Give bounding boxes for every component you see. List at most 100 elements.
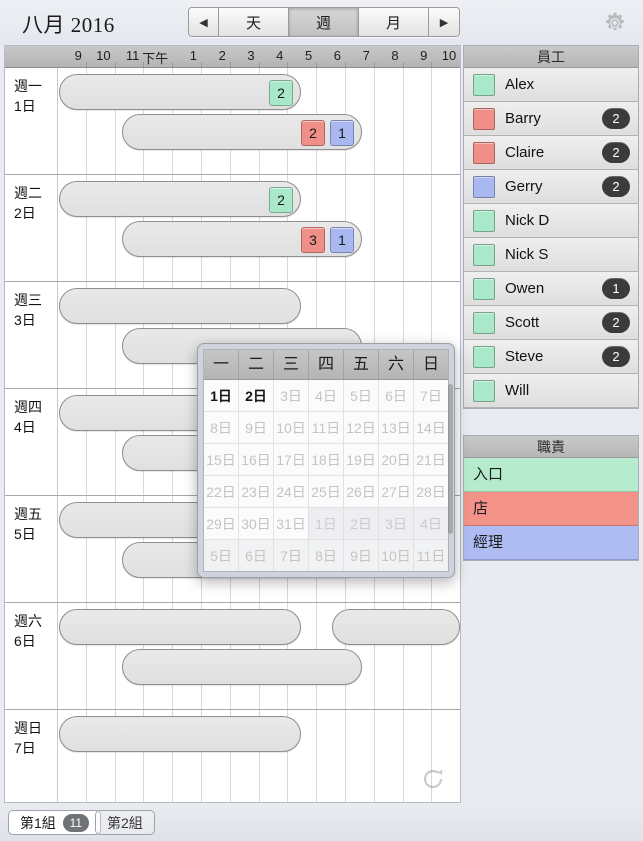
date-cell[interactable]: 9日 [344,540,379,571]
employee-row[interactable]: Owen 1 [464,272,638,306]
date-cell[interactable]: 20日 [379,444,414,475]
shift-bar[interactable] [59,288,301,324]
date-cell[interactable]: 8日 [204,412,239,443]
shift-bar[interactable] [59,716,301,752]
date-cell[interactable]: 31日 [274,508,309,539]
date-cell[interactable]: 11日 [414,540,448,571]
day-date: 3日 [14,312,36,328]
shift-role-badge[interactable]: 2 [269,80,293,106]
tab-group-1[interactable]: 第1組 11 [8,810,101,835]
date-cell[interactable]: 22日 [204,476,239,507]
date-cell[interactable]: 6日 [239,540,274,571]
employee-name: Barry [505,110,541,127]
date-cell[interactable]: 3日 [274,380,309,411]
next-period-button[interactable]: ▶ [429,8,459,36]
date-cell[interactable]: 10日 [379,540,414,571]
employee-name: Gerry [505,178,543,195]
date-cell[interactable]: 28日 [414,476,448,507]
tab-day-view[interactable]: 天 [219,8,289,36]
date-cell[interactable]: 10日 [274,412,309,443]
role-row[interactable]: 入口 [464,458,638,492]
refresh-icon[interactable] [422,768,444,790]
shift-bar[interactable] [122,649,362,685]
role-row[interactable]: 店 [464,492,638,526]
popover-scrollbar[interactable] [448,384,453,534]
date-cell[interactable]: 30日 [239,508,274,539]
date-cell[interactable]: 19日 [344,444,379,475]
date-cell[interactable]: 14日 [414,412,448,443]
date-cell[interactable]: 7日 [414,380,448,411]
shift-role-badge[interactable]: 1 [330,120,354,146]
day-label: 週一 1日 [14,76,56,116]
date-cell[interactable]: 16日 [239,444,274,475]
shift-bar[interactable]: 31 [122,221,362,257]
date-week-row: 5日 6日 7日 8日 9日 10日 11日 [204,540,448,571]
shift-bar[interactable] [332,609,460,645]
date-cell[interactable]: 11日 [309,412,344,443]
employee-row[interactable]: Will [464,374,638,408]
day-row[interactable]: 週日 7日 [5,710,460,802]
shift-role-badge[interactable]: 1 [330,227,354,253]
employee-row[interactable]: Claire 2 [464,136,638,170]
date-cell[interactable]: 5日 [204,540,239,571]
date-cell[interactable]: 2日 [239,380,274,411]
ruler-tick: 10 [96,48,111,63]
date-cell[interactable]: 18日 [309,444,344,475]
employee-row[interactable]: Steve 2 [464,340,638,374]
date-cell[interactable]: 7日 [274,540,309,571]
shift-role-badge[interactable]: 2 [301,120,325,146]
day-row[interactable]: 週一 1日 2 2 1 [5,68,460,175]
date-cell[interactable]: 25日 [309,476,344,507]
date-cell[interactable]: 9日 [239,412,274,443]
gear-icon[interactable] [603,11,627,35]
shift-bar[interactable] [59,609,301,645]
prev-period-button[interactable]: ◀ [189,8,219,36]
date-cell[interactable]: 6日 [379,380,414,411]
date-grid[interactable]: 1日 2日 3日 4日 5日 6日 7日 8日 9日 10日 11日 12日 13日 14日 15日 16日 1… [204,380,448,571]
employee-name: Will [505,382,530,399]
employee-color-swatch [473,141,495,164]
tab-month-view[interactable]: 月 [359,8,429,36]
weekday-header-cell: 日 [422,356,439,373]
role-list[interactable]: 入口店經理 [464,458,638,560]
employee-row[interactable]: Barry 2 [464,102,638,136]
date-cell[interactable]: 15日 [204,444,239,475]
date-cell[interactable]: 17日 [274,444,309,475]
shift-bar[interactable]: 2 [59,74,301,110]
date-cell[interactable]: 12日 [344,412,379,443]
view-mode-segmented-control[interactable]: ◀ 天 週 月 ▶ [188,7,460,37]
employee-row[interactable]: Scott 2 [464,306,638,340]
tab-group-2[interactable]: 第2組 [95,810,155,835]
date-cell[interactable]: 26日 [344,476,379,507]
employee-row[interactable]: Alex [464,68,638,102]
day-row[interactable]: 週二 2日 2 3 1 [5,175,460,282]
date-cell[interactable]: 24日 [274,476,309,507]
date-cell[interactable]: 1日 [204,380,239,411]
date-cell[interactable]: 21日 [414,444,448,475]
date-picker-popover[interactable]: 一二三四五六日 1日 2日 3日 4日 5日 6日 7日 8日 9日 10日 11日 12日 13日 14… [197,343,455,578]
employee-row[interactable]: Gerry 2 [464,170,638,204]
shift-bar[interactable]: 21 [122,114,362,150]
date-cell[interactable]: 3日 [379,508,414,539]
weekday-header-cell: 三 [274,350,309,379]
tab-week-view[interactable]: 週 [289,8,359,36]
date-cell[interactable]: 2日 [344,508,379,539]
date-cell[interactable]: 4日 [414,508,448,539]
date-cell[interactable]: 4日 [309,380,344,411]
shift-role-badge[interactable]: 2 [269,187,293,213]
day-label: 週五 5日 [14,504,56,544]
date-cell[interactable]: 8日 [309,540,344,571]
date-cell[interactable]: 13日 [379,412,414,443]
date-cell[interactable]: 5日 [344,380,379,411]
date-cell[interactable]: 23日 [239,476,274,507]
date-cell[interactable]: 27日 [379,476,414,507]
employee-list[interactable]: Alex Barry 2 Claire 2 Gerry 2 Nick D Nick S Owen 1… [464,68,638,408]
shift-role-badge[interactable]: 3 [301,227,325,253]
shift-bar[interactable]: 2 [59,181,301,217]
employee-row[interactable]: Nick D [464,204,638,238]
role-row[interactable]: 經理 [464,526,638,560]
date-cell[interactable]: 1日 [309,508,344,539]
date-cell[interactable]: 29日 [204,508,239,539]
day-row[interactable]: 週六 6日 [5,603,460,710]
employee-row[interactable]: Nick S [464,238,638,272]
